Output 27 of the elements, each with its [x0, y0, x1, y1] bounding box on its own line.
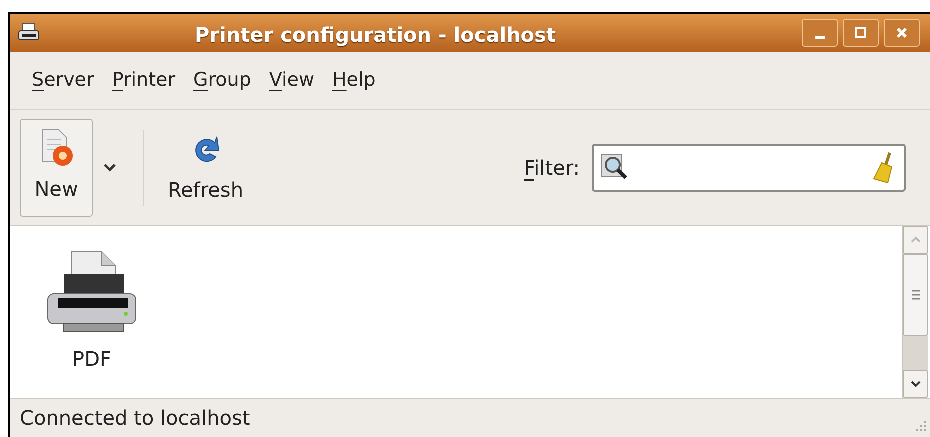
chevron-down-icon [103, 162, 117, 172]
grip-icon [910, 289, 920, 301]
queue-item[interactable]: PDF [40, 248, 144, 374]
chevron-down-icon [910, 380, 922, 388]
chevron-up-icon [910, 236, 922, 244]
filter-label: Filter: [524, 154, 580, 182]
maximize-button[interactable] [843, 19, 879, 47]
menu-item[interactable]: Server [32, 66, 94, 95]
menu-item[interactable]: Help [332, 66, 376, 95]
close-button[interactable] [884, 19, 920, 47]
window-title: Printer configuration - localhost [195, 22, 556, 49]
minimize-icon [815, 36, 825, 38]
scroll-up-button[interactable] [903, 226, 928, 254]
maximize-icon [855, 27, 867, 39]
new-button[interactable]: New [20, 118, 93, 216]
scrollbar[interactable] [902, 226, 928, 398]
filter-field[interactable] [592, 144, 906, 192]
printer-icon [18, 23, 40, 43]
menu-item[interactable]: Printer [112, 66, 176, 95]
refresh-button[interactable]: Refresh [160, 118, 252, 216]
menu-item[interactable]: View [269, 66, 314, 95]
status-text: Connected to localhost [20, 405, 250, 432]
scroll-thumb[interactable] [903, 254, 928, 336]
scroll-down-button[interactable] [903, 370, 928, 398]
close-icon [896, 27, 908, 39]
minimize-button[interactable] [802, 19, 838, 47]
menu-item[interactable]: Group [194, 66, 252, 95]
